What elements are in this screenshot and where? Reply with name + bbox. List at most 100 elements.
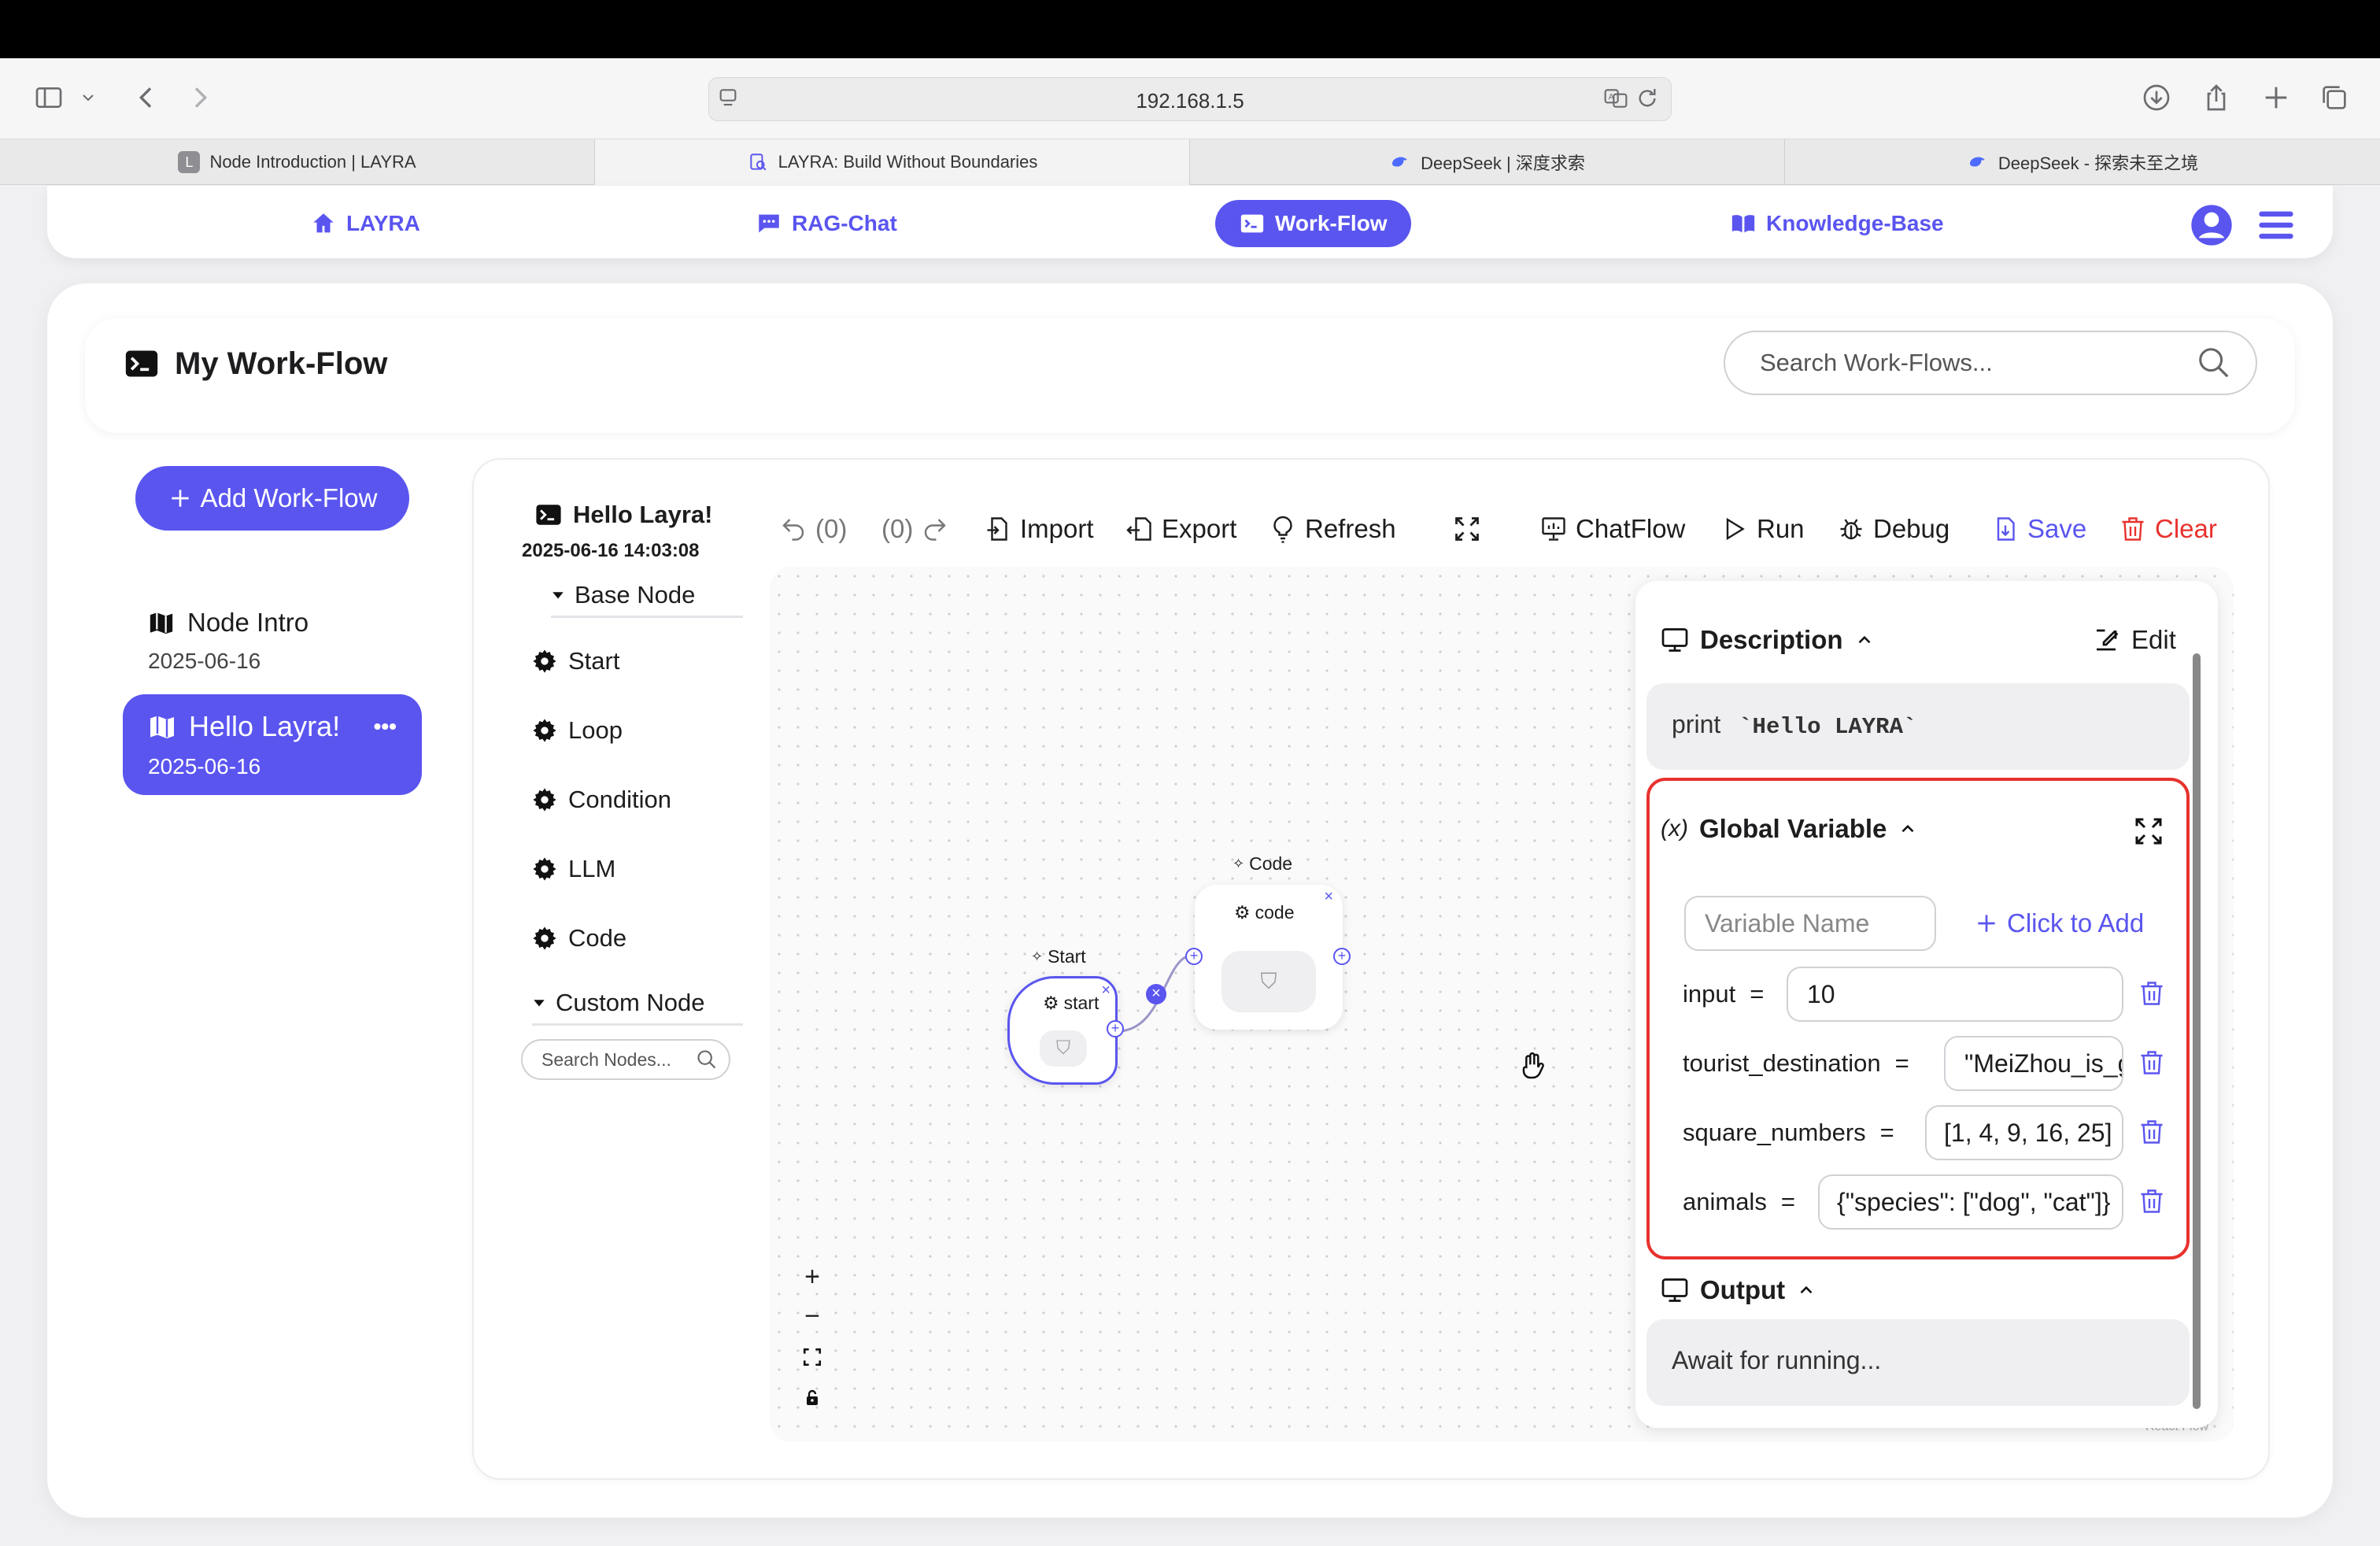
tab-deepseek-2[interactable]: DeepSeek - 探索未至之境 xyxy=(1785,139,2380,185)
gear-icon xyxy=(533,649,556,673)
debug-button[interactable]: Debug xyxy=(1837,510,1949,548)
export-button[interactable]: Export xyxy=(1125,510,1236,548)
gear-icon xyxy=(533,926,556,950)
forward-icon[interactable] xyxy=(184,82,216,113)
edge-delete-icon[interactable]: × xyxy=(1146,984,1166,1004)
translate-icon[interactable]: A xyxy=(1602,86,1630,111)
output-handle-icon[interactable]: + xyxy=(1333,948,1351,965)
fullscreen-button[interactable] xyxy=(1453,510,1481,548)
undo-button[interactable]: (0) xyxy=(779,510,847,548)
nav-work-flow-label: Work-Flow xyxy=(1275,211,1388,235)
run-button[interactable]: Run xyxy=(1720,510,1805,548)
save-label: Save xyxy=(2027,514,2087,543)
node-button-loop[interactable]: Loop xyxy=(532,716,623,745)
tab-strip: L Node Introduction | LAYRA LAYRA: Build… xyxy=(0,139,2380,185)
description-print: print xyxy=(1672,710,1721,738)
zoom-out-button[interactable]: − xyxy=(796,1300,828,1332)
workflow-item-node-intro[interactable]: Node Intro 2025-06-16 xyxy=(123,592,422,693)
plus-icon xyxy=(1978,915,1995,932)
tab-node-introduction[interactable]: L Node Introduction | LAYRA xyxy=(0,139,595,185)
node-button-code[interactable]: Code xyxy=(532,924,626,952)
zoom-in-button[interactable]: + xyxy=(796,1261,828,1293)
trash-icon[interactable] xyxy=(2138,978,2166,1009)
node-button-condition[interactable]: Condition xyxy=(532,786,671,814)
tab-deepseek-1[interactable]: DeepSeek | 深度求索 xyxy=(1190,139,1785,185)
global-variable-header[interactable]: (x) Global Variable xyxy=(1661,814,1918,844)
gear-icon xyxy=(533,788,556,812)
new-tab-icon[interactable] xyxy=(2260,82,2292,113)
browser-toolbar: 192.168.1.5 A xyxy=(0,58,2380,139)
import-button[interactable]: Import xyxy=(984,510,1094,548)
nav-knowledge-base[interactable]: Knowledge-Base xyxy=(1730,200,1944,247)
terminal-icon xyxy=(125,350,158,377)
chatflow-button[interactable]: ChatFlow xyxy=(1539,510,1685,548)
sidebar-toggle-icon[interactable] xyxy=(31,82,66,113)
input-handle-icon[interactable]: + xyxy=(1185,948,1203,965)
save-button[interactable]: Save xyxy=(1991,510,2086,548)
start-node[interactable]: ⚙ start ⛉ × xyxy=(1007,976,1118,1085)
variable-value-input[interactable]: "MeiZhou_is_good" xyxy=(1944,1036,2123,1091)
editor-datetime: 2025-06-16 14:03:08 xyxy=(522,540,700,561)
equals-sign: = xyxy=(1750,980,1765,1008)
close-icon[interactable]: × xyxy=(1101,982,1111,1000)
tab-title: Node Introduction | LAYRA xyxy=(209,152,416,172)
tabs-overview-icon[interactable] xyxy=(2319,82,2350,113)
map-icon xyxy=(150,612,173,634)
search-workflows-input[interactable] xyxy=(1760,332,2185,394)
more-options-icon[interactable]: ••• xyxy=(374,714,397,739)
fit-view-button[interactable] xyxy=(796,1341,828,1373)
download-icon[interactable] xyxy=(2141,82,2172,113)
workflow-item-hello-layra[interactable]: Hello Layra! ••• 2025-06-16 xyxy=(123,694,422,795)
workflow-name: Hello Layra! xyxy=(189,710,341,742)
base-node-header[interactable]: Base Node xyxy=(551,581,743,618)
gear-icon: ⚙ xyxy=(1234,902,1251,923)
share-icon[interactable] xyxy=(2201,82,2232,113)
node-button-llm[interactable]: LLM xyxy=(532,855,615,883)
output-header[interactable]: Output xyxy=(1661,1275,1816,1305)
nav-work-flow[interactable]: Work-Flow xyxy=(1215,200,1411,247)
output-handle-icon[interactable]: + xyxy=(1107,1020,1124,1037)
menu-button[interactable] xyxy=(2256,202,2297,249)
tab-layra-build[interactable]: LAYRA: Build Without Boundaries xyxy=(595,139,1190,185)
refresh-button[interactable]: Refresh xyxy=(1269,510,1396,548)
nav-rag-chat[interactable]: RAG-Chat xyxy=(756,200,897,247)
reload-icon[interactable] xyxy=(1635,86,1660,111)
gear-icon xyxy=(533,719,556,742)
search-workflows-field[interactable] xyxy=(1724,331,2257,395)
edit-button[interactable]: Edit xyxy=(2092,625,2176,655)
clear-button[interactable]: Clear xyxy=(2119,510,2217,548)
trash-icon[interactable] xyxy=(2138,1116,2166,1148)
description-header[interactable]: Description xyxy=(1661,625,1875,655)
variable-value-input[interactable]: [1, 4, 9, 16, 25] xyxy=(1925,1105,2123,1160)
back-icon[interactable] xyxy=(131,82,162,113)
node-button-label: Code xyxy=(568,924,627,952)
variable-value-input[interactable]: {"species": ["dog", "cat"]} xyxy=(1818,1174,2123,1230)
search-nodes-field[interactable] xyxy=(521,1039,730,1080)
redo-button[interactable]: (0) xyxy=(881,510,949,548)
panel-scrollbar[interactable] xyxy=(2193,653,2201,1409)
custom-node-header[interactable]: Custom Node xyxy=(532,989,743,1026)
close-icon[interactable]: × xyxy=(1324,888,1333,906)
trash-icon[interactable] xyxy=(2138,1047,2166,1078)
lock-button[interactable] xyxy=(796,1382,828,1414)
trash-icon[interactable] xyxy=(2138,1185,2166,1217)
add-workflow-button[interactable]: Add Work-Flow xyxy=(135,466,409,531)
variable-value-input[interactable]: 10 xyxy=(1787,967,2123,1022)
expand-icon[interactable] xyxy=(2133,816,2164,847)
click-to-add-button[interactable]: Click to Add xyxy=(1974,908,2144,938)
node-button-start[interactable]: Start xyxy=(532,647,619,675)
global-variable-title: Global Variable xyxy=(1698,814,1887,843)
variable-name-input[interactable]: Variable Name xyxy=(1684,896,1936,951)
search-icon[interactable] xyxy=(696,1049,718,1071)
user-avatar-button[interactable] xyxy=(2190,202,2234,249)
nav-layra[interactable]: LAYRA xyxy=(310,200,420,247)
page-title-text: My Work-Flow xyxy=(175,346,388,381)
search-icon[interactable] xyxy=(2196,345,2232,381)
chevron-down-icon[interactable] xyxy=(79,82,98,113)
address-bar[interactable]: 192.168.1.5 A xyxy=(708,77,1672,121)
search-nodes-input[interactable] xyxy=(541,1041,699,1078)
debug-label: Debug xyxy=(1873,514,1950,543)
workflow-date: 2025-06-16 xyxy=(148,754,261,779)
code-node[interactable]: ⚙ code ⛉ × xyxy=(1195,885,1343,1030)
chatflow-label: ChatFlow xyxy=(1576,514,1686,543)
